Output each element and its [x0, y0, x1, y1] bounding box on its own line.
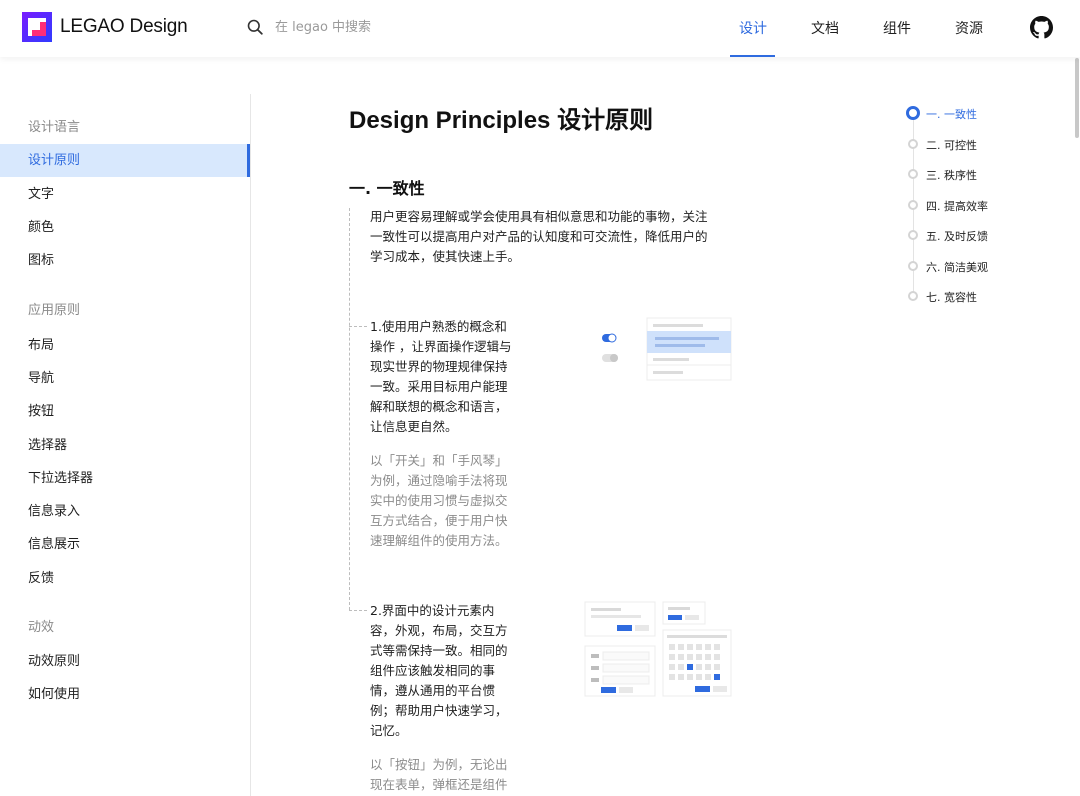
point-1-line: 现实世界的物理规律保持 [370, 359, 508, 374]
toc-item-aesthetics[interactable]: 六. 简洁美观 [926, 259, 988, 275]
point-2-example: 以「按钮」为例，无论出 现在表单，弹框还是组件 [370, 755, 520, 795]
page-scrollbar[interactable] [1075, 58, 1079, 138]
point-2-line: 记忆。 [370, 723, 408, 738]
point-1-line: 一致。采用目标用户能理 [370, 379, 508, 394]
point-2-example-line: 现在表单，弹框还是组件 [370, 777, 508, 792]
search-icon[interactable] [247, 19, 263, 35]
sidebar-item-layout[interactable]: 布局 [0, 329, 250, 362]
point-1-example-line: 以「开关」和「手风琴」 [370, 453, 508, 468]
top-header: LEGAO Design 设计 文档 组件 资源 [0, 0, 1080, 57]
toc-dot-active [906, 106, 920, 120]
logo-text[interactable]: LEGAO Design [60, 16, 188, 38]
point-1-line: 操作 ，让界面操作逻辑与 [370, 339, 512, 354]
toc-item-order[interactable]: 三. 秩序性 [926, 167, 977, 183]
toc-item-feedback[interactable]: 五. 及时反馈 [926, 228, 988, 244]
section-intro: 用户更容易理解或学会使用具有相似意思和功能的事物，关注 一致性可以提高用户对产品… [370, 207, 725, 267]
point-1-text: 1.使用用户熟悉的概念和 操作 ，让界面操作逻辑与 现实世界的物理规律保持 一致… [370, 317, 520, 437]
legao-logo-icon[interactable] [22, 12, 52, 42]
sidebar-item-navigation[interactable]: 导航 [0, 362, 250, 395]
point-2-text: 2.界面中的设计元素内 容，外观，布局，交互方 式等需保持一致。相同的 组件应该… [370, 601, 520, 741]
point-2-line: 容，外观，布局，交互方 [370, 623, 508, 638]
point-1-line: 解和联想的概念和语言， [370, 399, 508, 414]
nav-resources[interactable]: 资源 [955, 18, 983, 38]
point-1-example-line: 速理解组件的使用方法。 [370, 533, 508, 548]
button-consistency-illustration [584, 601, 732, 697]
point-1-example-line: 为例，通过隐喻手法将现 [370, 473, 508, 488]
sidebar-item-dropdown[interactable]: 下拉选择器 [0, 462, 250, 495]
point-1-line: 让信息更自然。 [370, 419, 458, 434]
toc-item-controllability[interactable]: 二. 可控性 [926, 137, 977, 153]
toc-dot [908, 169, 918, 179]
sidebar-item-selector[interactable]: 选择器 [0, 429, 250, 462]
nav-active-indicator [730, 55, 775, 57]
toc-dot [908, 200, 918, 210]
sidebar-item-feedback[interactable]: 反馈 [0, 562, 250, 595]
point-1-example: 以「开关」和「手风琴」 为例，通过隐喻手法将现 实中的使用习惯与虚拟交 互方式结… [370, 451, 520, 551]
nav-docs[interactable]: 文档 [811, 18, 839, 38]
nav-components[interactable]: 组件 [883, 18, 911, 38]
sidebar-item-data-display[interactable]: 信息展示 [0, 528, 250, 561]
sidebar-item-data-entry[interactable]: 信息录入 [0, 495, 250, 528]
point-2-line: 2.界面中的设计元素内 [370, 603, 495, 618]
sidebar-item-icons[interactable]: 图标 [0, 244, 250, 277]
point-2-line: 组件应该触发相同的事 [370, 663, 496, 678]
sidebar-item-design-principles[interactable]: 设计原则 [0, 144, 250, 177]
sidebar-item-how-to-use[interactable]: 如何使用 [0, 678, 250, 711]
sidebar-group-design-language: 设计语言 [28, 120, 81, 135]
search-input[interactable] [275, 15, 475, 39]
sidebar-item-motion-principles[interactable]: 动效原则 [0, 645, 250, 678]
point-2-line: 情，遵从通用的平台惯 [370, 683, 496, 698]
point-1-example-line: 互方式结合，便于用户快 [370, 513, 508, 528]
toc-dot [908, 230, 918, 240]
timeline-dashed-line [349, 208, 350, 610]
toc-dot [908, 261, 918, 271]
sidebar-item-color[interactable]: 颜色 [0, 211, 250, 244]
intro-line: 用户更容易理解或学会使用具有相似意思和功能的事物，关注 [370, 209, 708, 224]
intro-line: 学习成本，使其快速上手。 [370, 249, 521, 264]
intro-line: 一致性可以提高用户对产品的认知度和可交流性，降低用户的 [370, 229, 708, 244]
toc-item-tolerance[interactable]: 七. 宽容性 [926, 289, 977, 305]
sidebar-group-motion: 动效 [28, 620, 55, 635]
timeline-connector-1 [349, 326, 367, 327]
point-2-example-line: 以「按钮」为例，无论出 [370, 757, 508, 772]
timeline-connector-2 [349, 610, 367, 611]
toc-dot [908, 291, 918, 301]
point-1-example-line: 实中的使用习惯与虚拟交 [370, 493, 508, 508]
toc-item-efficiency[interactable]: 四. 提高效率 [926, 198, 988, 214]
section-title: 一. 一致性 [349, 179, 425, 198]
point-2-line: 式等需保持一致。相同的 [370, 643, 508, 658]
sidebar-group-application: 应用原则 [28, 303, 81, 318]
point-2-line: 例；帮助用户快速学习， [370, 703, 508, 718]
point-1-line: 1.使用用户熟悉的概念和 [370, 319, 507, 334]
toc-dot [908, 139, 918, 149]
sidebar-item-button[interactable]: 按钮 [0, 395, 250, 428]
page-title: Design Principles 设计原则 [349, 107, 654, 134]
sidebar: 设计语言 设计原则 文字 颜色 图标 应用原则 布局 导航 按钮 选择器 下拉选… [0, 94, 251, 796]
sidebar-item-typography[interactable]: 文字 [0, 178, 250, 211]
nav-design[interactable]: 设计 [739, 18, 767, 38]
github-icon[interactable] [1030, 16, 1053, 39]
toc-item-consistency[interactable]: 一. 一致性 [926, 106, 977, 122]
switch-accordion-illustration [602, 317, 732, 381]
